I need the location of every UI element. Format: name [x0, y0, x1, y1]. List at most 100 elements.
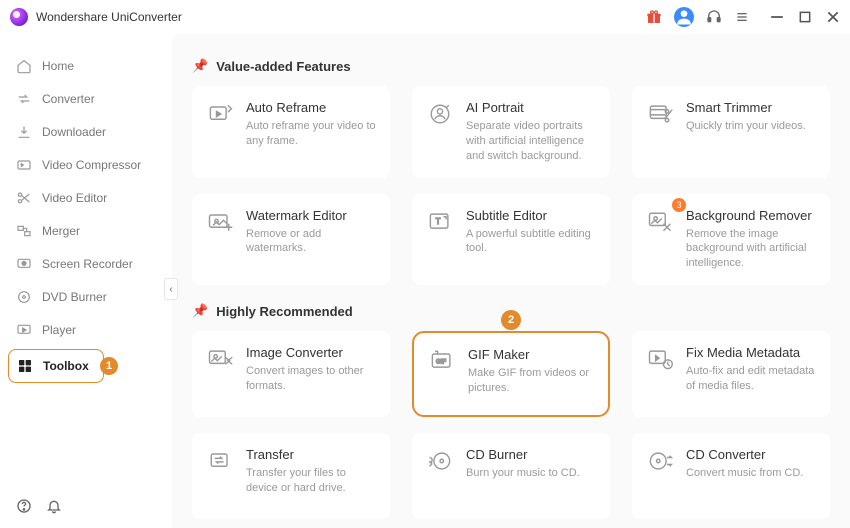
card-subtitle[interactable]: T Subtitle Editor A powerful subtitle edit… — [412, 194, 610, 286]
card-title: Subtitle Editor — [466, 208, 596, 223]
card-desc: Remove the image background with artific… — [686, 227, 816, 272]
card-title: Fix Media Metadata — [686, 345, 816, 360]
bg-remover-icon — [646, 208, 674, 236]
app-title: Wondershare UniConverter — [36, 10, 182, 24]
home-icon — [16, 58, 32, 74]
menu-icon[interactable] — [734, 9, 750, 25]
card-auto-reframe[interactable]: Auto Reframe Auto reframe your video to a… — [192, 86, 390, 178]
card-desc: A powerful subtitle editing tool. — [466, 227, 596, 257]
close-button[interactable] — [826, 10, 840, 24]
sidebar-item-compressor[interactable]: Video Compressor — [8, 151, 164, 179]
card-desc: Convert images to other formats. — [246, 364, 376, 394]
titlebar: Wondershare UniConverter — [0, 0, 850, 34]
sidebar-item-label: Converter — [42, 92, 95, 106]
headset-icon[interactable] — [706, 9, 722, 25]
maximize-button[interactable] — [798, 10, 812, 24]
card-bg-remover[interactable]: 3Background Remover Remove the image back… — [632, 194, 830, 286]
sidebar-item-player[interactable]: Player — [8, 316, 164, 344]
card-image-converter[interactable]: Image Converter Convert images to other f… — [192, 331, 390, 417]
card-desc: Convert music from CD. — [686, 466, 803, 481]
cd-burner-icon — [426, 447, 454, 475]
scissors-icon — [16, 190, 32, 206]
download-icon — [16, 124, 32, 140]
toolbox-icon — [17, 358, 33, 374]
sidebar-item-label: Merger — [42, 224, 80, 238]
card-title: Watermark Editor — [246, 208, 376, 223]
section-value-added: 📌 Value-added Features — [192, 58, 830, 74]
sidebar-item-label: Video Compressor — [42, 158, 141, 172]
sidebar-item-toolbox[interactable]: Toolbox 1 — [8, 349, 104, 383]
step-badge-1: 1 — [100, 357, 118, 375]
card-title: Auto Reframe — [246, 100, 376, 115]
svg-text:T: T — [436, 216, 441, 225]
card-smart-trimmer[interactable]: Smart Trimmer Quickly trim your videos. — [632, 86, 830, 178]
minimize-button[interactable] — [770, 10, 784, 24]
notification-badge: 3 — [672, 198, 686, 212]
subtitle-icon: T — [426, 208, 454, 236]
sidebar-item-label: Video Editor — [42, 191, 107, 205]
section-title: Value-added Features — [216, 59, 350, 74]
gif-icon: GIF — [428, 347, 456, 375]
section-title: Highly Recommended — [216, 304, 353, 319]
sidebar-item-downloader[interactable]: Downloader — [8, 118, 164, 146]
card-desc: Transfer your files to device or hard dr… — [246, 466, 376, 496]
cd-converter-icon — [646, 447, 674, 475]
pin-icon: 📌 — [192, 303, 208, 319]
image-converter-icon — [206, 345, 234, 373]
converter-icon — [16, 91, 32, 107]
collapse-sidebar-button[interactable]: ‹ — [164, 278, 178, 300]
card-title: GIF Maker — [468, 347, 594, 362]
card-title: Transfer — [246, 447, 376, 462]
sidebar-item-label: Downloader — [42, 125, 106, 139]
card-title: Background Remover — [686, 208, 816, 223]
help-icon[interactable] — [16, 498, 32, 514]
card-desc: Separate video portraits with artificial… — [466, 119, 596, 164]
card-fix-metadata[interactable]: Fix Media Metadata Auto-fix and edit meta… — [632, 331, 830, 417]
compressor-icon — [16, 157, 32, 173]
sidebar: Home Converter Downloader Video Compress… — [0, 34, 172, 528]
card-title: Smart Trimmer — [686, 100, 806, 115]
card-desc: Auto reframe your video to any frame. — [246, 119, 376, 149]
card-desc: Burn your music to CD. — [466, 466, 580, 481]
disc-icon — [16, 289, 32, 305]
sidebar-item-merger[interactable]: Merger — [8, 217, 164, 245]
trimmer-icon — [646, 100, 674, 128]
sidebar-item-home[interactable]: Home — [8, 52, 164, 80]
sidebar-item-converter[interactable]: Converter — [8, 85, 164, 113]
play-icon — [16, 322, 32, 338]
app-logo-icon — [10, 8, 28, 26]
card-title: CD Converter — [686, 447, 803, 462]
card-cd-converter[interactable]: CD Converter Convert music from CD. — [632, 433, 830, 519]
sidebar-item-label: Player — [42, 323, 76, 337]
titlebar-right — [646, 7, 840, 27]
card-title: Image Converter — [246, 345, 376, 360]
pin-icon: 📌 — [192, 58, 208, 74]
card-desc: Auto-fix and edit metadata of media file… — [686, 364, 816, 394]
card-desc: Remove or add watermarks. — [246, 227, 376, 257]
user-avatar-icon[interactable] — [674, 7, 694, 27]
bell-icon[interactable] — [46, 498, 62, 514]
svg-text:GIF: GIF — [436, 359, 446, 366]
card-cd-burner[interactable]: CD BurnerBurn your music to CD. — [412, 433, 610, 519]
card-watermark[interactable]: Watermark Editor Remove or add watermarks… — [192, 194, 390, 286]
sidebar-item-label: DVD Burner — [42, 290, 107, 304]
metadata-icon — [646, 345, 674, 373]
card-transfer[interactable]: Transfer Transfer your files to device or… — [192, 433, 390, 519]
sidebar-item-label: Screen Recorder — [42, 257, 133, 271]
transfer-icon — [206, 447, 234, 475]
sidebar-item-recorder[interactable]: Screen Recorder — [8, 250, 164, 278]
gift-icon[interactable] — [646, 9, 662, 25]
card-ai-portrait[interactable]: AI Portrait Separate video portraits with… — [412, 86, 610, 178]
sidebar-item-label: Toolbox — [43, 359, 89, 373]
card-desc: Make GIF from videos or pictures. — [468, 366, 594, 396]
sidebar-item-dvd[interactable]: DVD Burner — [8, 283, 164, 311]
sidebar-item-editor[interactable]: Video Editor — [8, 184, 164, 212]
card-desc: Quickly trim your videos. — [686, 119, 806, 134]
step-badge-2: 2 — [501, 310, 521, 330]
merger-icon — [16, 223, 32, 239]
card-title: AI Portrait — [466, 100, 596, 115]
card-gif-maker[interactable]: 2GIFGIF MakerMake GIF from videos or pic… — [412, 331, 610, 417]
watermark-icon — [206, 208, 234, 236]
main-content: 📌 Value-added Features Auto Reframe Auto r… — [172, 34, 850, 528]
reframe-icon — [206, 100, 234, 128]
